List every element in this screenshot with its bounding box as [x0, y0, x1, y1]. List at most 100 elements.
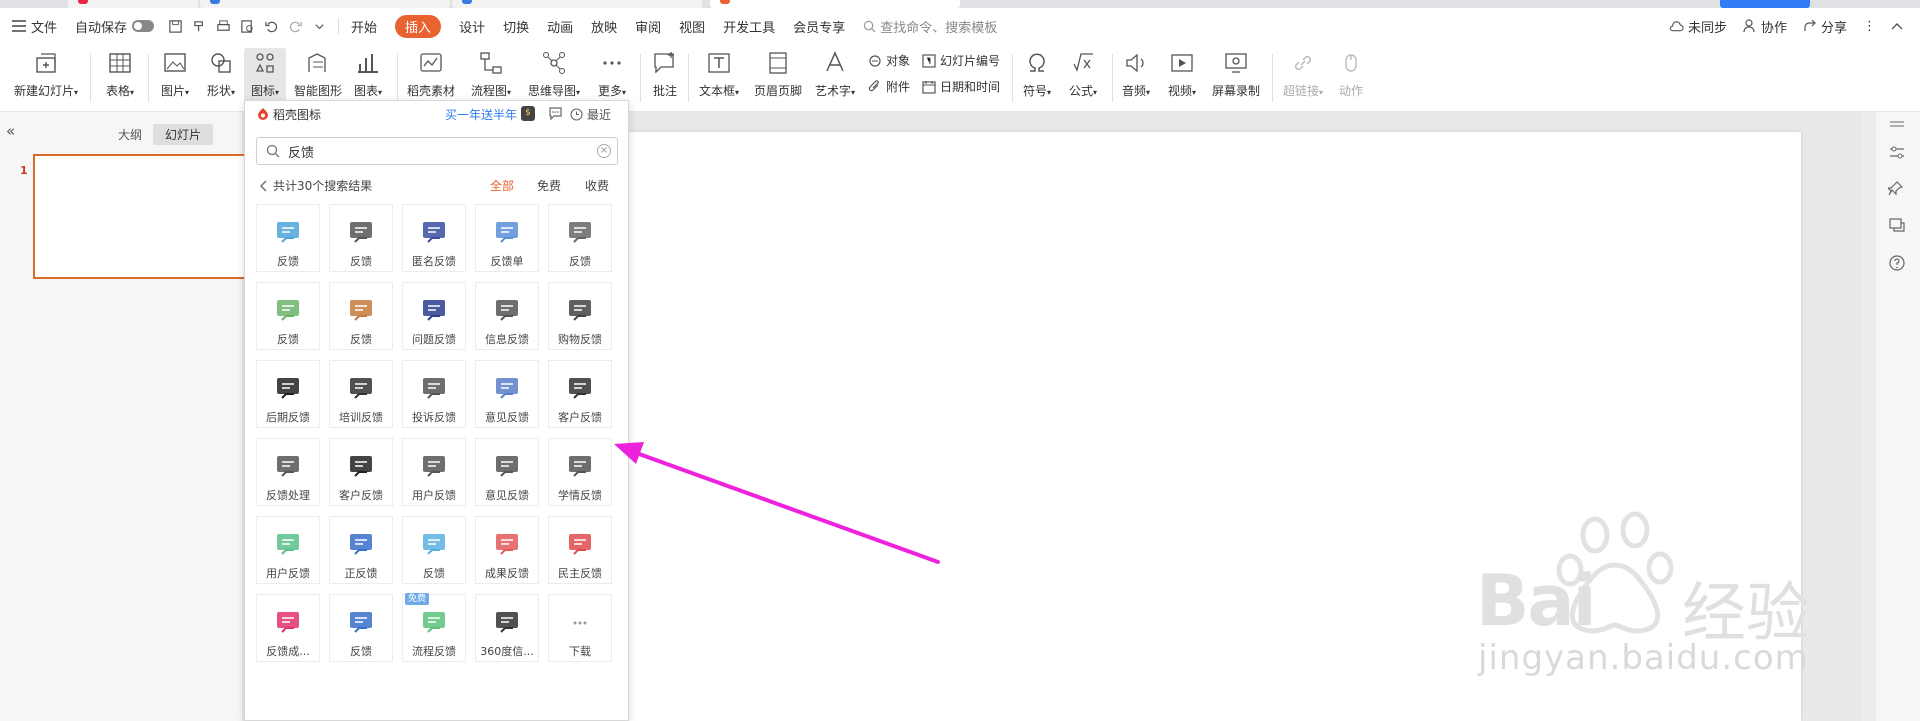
format-painter-icon[interactable] — [192, 19, 207, 34]
collapse-panel-icon[interactable]: « — [6, 122, 15, 140]
pin-icon[interactable] — [1888, 180, 1906, 198]
icon-result-item[interactable]: 后期反馈 — [256, 360, 320, 428]
icon-result-item[interactable]: 反馈处理 — [256, 438, 320, 506]
audio-button[interactable]: 音频▾ — [1118, 48, 1154, 99]
tab-member[interactable]: 会员专享 — [793, 17, 845, 36]
tab-review[interactable]: 审阅 — [635, 17, 661, 36]
icon-result-item[interactable]: 成果反馈 — [475, 516, 539, 584]
print-preview-icon[interactable] — [240, 19, 255, 34]
icon-result-item[interactable]: 意见反馈 — [475, 360, 539, 428]
tab-insert[interactable]: 插入 — [395, 14, 442, 38]
icon-result-item[interactable]: 意见反馈 — [475, 438, 539, 506]
icon-result-item[interactable]: 客户反馈 — [329, 438, 393, 506]
tab-outline[interactable]: 大纲 — [106, 124, 154, 145]
tab-view[interactable]: 视图 — [679, 17, 705, 36]
animation-panel-icon[interactable] — [1888, 216, 1906, 234]
icon-result-item[interactable]: 反馈单 — [475, 204, 539, 272]
comment-button[interactable]: 批注 — [648, 48, 682, 99]
login-button[interactable] — [1720, 0, 1810, 8]
filter-all[interactable]: 全部 — [490, 177, 514, 194]
undo-icon[interactable] — [264, 19, 279, 34]
object-button[interactable]: 对象 — [868, 52, 910, 69]
smart-shape-button[interactable]: 智能图形 — [292, 48, 344, 99]
new-slide-button[interactable]: 新建幻灯片▾ — [10, 48, 82, 99]
icon-result-item[interactable]: 360度信... — [475, 594, 539, 662]
icon-result-item[interactable]: 正反馈 — [329, 516, 393, 584]
vertical-scrollbar[interactable] — [1862, 112, 1876, 721]
icon-result-item[interactable]: 反馈成... — [256, 594, 320, 662]
attachment-button[interactable]: 附件 — [868, 78, 910, 95]
icon-button[interactable]: 图标▾ — [244, 48, 286, 104]
wordart-button[interactable]: 艺术字▾ — [812, 48, 858, 99]
sync-button[interactable]: 未同步 — [1669, 17, 1727, 36]
symbol-button[interactable]: 符号▾ — [1018, 48, 1056, 99]
icon-result-item[interactable]: 问题反馈 — [402, 282, 466, 350]
tab-slides[interactable]: 幻灯片 — [153, 124, 214, 145]
icon-result-item[interactable]: 用户反馈 — [256, 516, 320, 584]
hyperlink-button[interactable]: 超链接▾ — [1280, 48, 1326, 99]
shape-button[interactable]: 形状▾ — [200, 48, 242, 99]
icon-search-input[interactable] — [288, 143, 588, 159]
icon-result-item[interactable]: 投诉反馈 — [402, 360, 466, 428]
icon-result-item[interactable]: 反馈 — [329, 282, 393, 350]
tab-home[interactable]: 开始 — [351, 17, 377, 36]
screen-record-button[interactable]: 屏幕录制 — [1210, 48, 1262, 99]
tab-design[interactable]: 设计 — [459, 17, 485, 36]
collab-button[interactable]: 协作 — [1743, 17, 1787, 36]
icon-result-item[interactable]: 反馈 — [329, 204, 393, 272]
action-button[interactable]: 动作 — [1336, 48, 1366, 99]
doc-tab[interactable] — [200, 0, 450, 8]
more-menu-button[interactable]: ⋮ — [1863, 19, 1876, 34]
mindmap-button[interactable]: 思维导图▾ — [526, 48, 582, 99]
filter-free[interactable]: 免费 — [537, 177, 561, 194]
doc-tab-active[interactable] — [710, 0, 960, 8]
icon-result-item[interactable]: 客户反馈 — [548, 360, 612, 428]
tab-developer[interactable]: 开发工具 — [723, 17, 775, 36]
header-footer-button[interactable]: 页眉页脚 — [752, 48, 804, 99]
file-menu[interactable]: 文件 — [12, 17, 57, 36]
feedback-chat-icon[interactable] — [548, 106, 563, 121]
redo-icon[interactable] — [288, 19, 303, 34]
recent-button[interactable]: 最近 — [570, 106, 611, 123]
video-button[interactable]: 视频▾ — [1164, 48, 1200, 99]
more-button[interactable]: 更多▾ — [594, 48, 630, 99]
textbox-button[interactable]: 文本框▾ — [695, 48, 743, 99]
command-search[interactable]: 查找命令、搜索模板 — [863, 17, 997, 36]
collapse-ribbon-icon[interactable] — [1890, 21, 1904, 31]
doc-tab[interactable] — [68, 0, 198, 8]
filter-paid[interactable]: 收费 — [585, 177, 609, 194]
daoke-assets-button[interactable]: 稻壳素材 — [405, 48, 457, 99]
autosave-toggle[interactable]: 自动保存 — [75, 17, 155, 36]
toggle-switch[interactable] — [132, 20, 155, 32]
properties-icon[interactable] — [1888, 144, 1906, 162]
icon-result-item[interactable]: 反馈 — [402, 516, 466, 584]
doc-tab[interactable] — [452, 0, 702, 8]
result-back[interactable]: 共计30个搜索结果 — [259, 177, 372, 194]
icon-result-item[interactable]: 反馈 — [548, 204, 612, 272]
icon-result-item[interactable]: 反馈 — [329, 594, 393, 662]
icon-result-item[interactable]: 匿名反馈 — [402, 204, 466, 272]
icon-result-item[interactable]: 培训反馈 — [329, 360, 393, 428]
promo-link[interactable]: 买一年送半年 — [445, 106, 517, 123]
clear-search-icon[interactable]: × — [597, 144, 611, 158]
slide-number-button[interactable]: 幻灯片编号 — [922, 52, 1000, 69]
chart-button[interactable]: 图表▾ — [350, 48, 386, 99]
formula-button[interactable]: 公式▾ — [1064, 48, 1102, 99]
icon-result-item[interactable]: 信息反馈 — [475, 282, 539, 350]
icon-result-item[interactable]: 反馈 — [256, 204, 320, 272]
table-button[interactable]: 表格▾ — [100, 48, 140, 99]
icon-result-item[interactable]: 购物反馈 — [548, 282, 612, 350]
slide-thumbnail[interactable] — [33, 154, 253, 279]
flowchart-button[interactable]: 流程图▾ — [467, 48, 515, 99]
picture-button[interactable]: 图片▾ — [155, 48, 195, 99]
tab-slideshow[interactable]: 放映 — [591, 17, 617, 36]
tab-animation[interactable]: 动画 — [547, 17, 573, 36]
print-icon[interactable] — [216, 19, 231, 34]
customize-toolbar-icon[interactable] — [312, 19, 327, 34]
icon-result-item[interactable]: 用户反馈 — [402, 438, 466, 506]
icon-result-item[interactable]: 流程反馈 免费 — [402, 593, 466, 662]
share-button[interactable]: 分享 — [1803, 17, 1847, 36]
save-icon[interactable] — [168, 19, 183, 34]
icon-result-item[interactable]: 反馈 — [256, 282, 320, 350]
drag-handle-icon[interactable] — [1888, 118, 1906, 136]
